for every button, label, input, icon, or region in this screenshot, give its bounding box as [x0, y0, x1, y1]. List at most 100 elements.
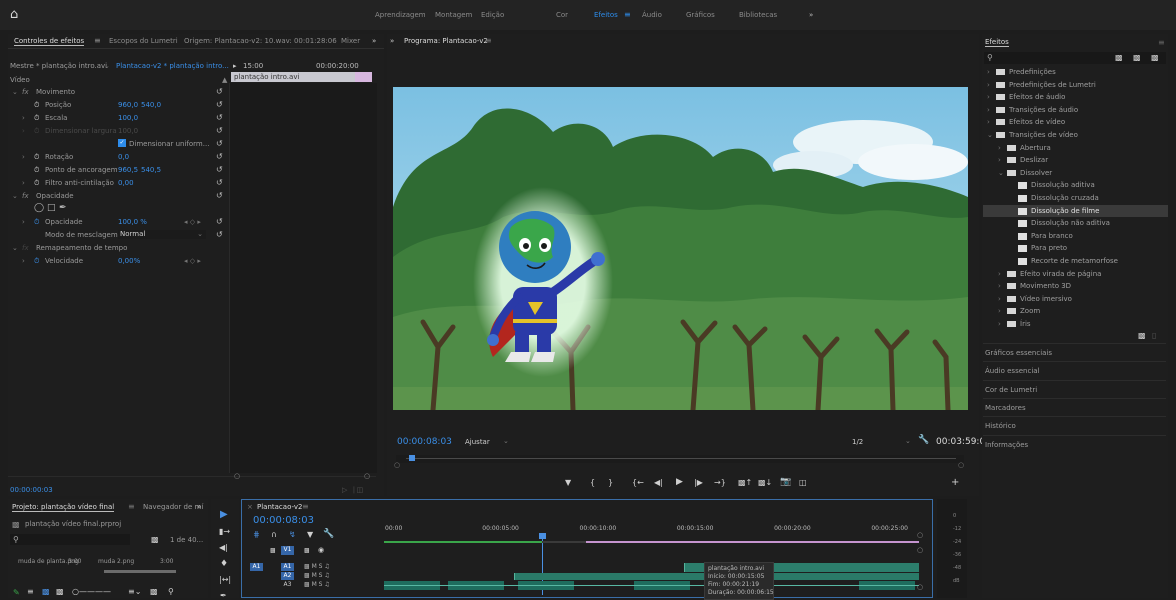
expand-opacity-icon[interactable]: › — [22, 218, 25, 226]
keyframe-nav-icon[interactable]: ◂ ◇ ▸ — [184, 257, 201, 265]
chevron-icon[interactable]: › — [987, 93, 990, 101]
32bit-effects-icon[interactable]: ▩ — [1133, 53, 1141, 62]
icon-view-icon[interactable]: ▩ — [42, 587, 50, 596]
panel-section-header[interactable]: Gráficos essenciais — [983, 343, 1166, 361]
stopwatch-icon[interactable]: ⏱ — [34, 218, 39, 227]
pen-tool-icon[interactable]: ✒ — [220, 591, 227, 600]
mark-in-icon[interactable]: { — [590, 478, 595, 487]
ripple-edit-tool-icon[interactable]: ◀| — [219, 543, 228, 552]
panel-menu-icon[interactable]: ≡ — [485, 36, 492, 45]
stopwatch-icon[interactable]: ⏱ — [34, 166, 39, 175]
track-mute-solo[interactable]: ▩ M S ♫ — [304, 572, 330, 579]
stopwatch-icon[interactable]: ⏱ — [34, 101, 39, 110]
expand-remap-icon[interactable]: ⌄ — [12, 244, 18, 252]
new-bin-icon[interactable]: ▩ — [1138, 331, 1146, 340]
effects-tree-item[interactable]: › Deslizar — [983, 154, 1168, 166]
track-target-a2[interactable]: A2 — [281, 572, 294, 580]
sequence-clip-selector[interactable]: Plantacao-v2 * plantação intro... — [116, 62, 229, 70]
posicao-x-value[interactable]: 960,0 — [118, 101, 138, 109]
effects-tree-item[interactable]: › Transições de áudio — [983, 104, 1168, 116]
tab-source[interactable]: Origem: Plantacao-v2: 10.wav: 00:01:28:0… — [184, 37, 337, 45]
chevron-icon[interactable]: › — [998, 270, 1001, 278]
chevron-icon[interactable]: › — [998, 282, 1001, 290]
chevron-icon[interactable]: › — [987, 68, 990, 76]
chevron-icon[interactable]: › — [998, 295, 1001, 303]
keyframe-nav-icon[interactable]: ◂ ◇ ▸ — [184, 218, 201, 226]
effects-tree-item[interactable]: ⌄ Dissolver — [983, 167, 1168, 179]
reset-icon[interactable]: ↺ — [216, 113, 223, 122]
zoom-slider[interactable]: ○———— — [72, 587, 111, 596]
scroll-handle[interactable]: ○ — [364, 472, 370, 480]
marker-icon[interactable]: ▼ — [565, 478, 571, 487]
list-view-icon[interactable]: ≡ — [27, 587, 34, 596]
lock-icon[interactable]: ✎ — [13, 588, 20, 597]
add-marker-icon[interactable]: ▼ — [307, 530, 313, 539]
panel-section-header[interactable]: Cor de Lumetri — [983, 379, 1166, 398]
reset-icon[interactable]: ↺ — [216, 152, 223, 161]
workspace-edicao[interactable]: Edição — [481, 11, 504, 19]
expand-movimento-icon[interactable]: ⌄ — [12, 88, 18, 96]
panel-section-header[interactable]: Informações — [983, 434, 1166, 453]
selection-tool-icon[interactable]: ▶ — [220, 509, 228, 520]
scroll-handle[interactable]: ○ — [917, 531, 923, 539]
effects-tree-item[interactable]: › Predefinições — [983, 66, 1168, 78]
workspace-audio[interactable]: Áudio — [642, 11, 662, 19]
stopwatch-icon[interactable]: ⏱ — [34, 114, 39, 123]
tab-menu-icon[interactable]: ≡ — [302, 502, 309, 511]
workspace-menu-icon[interactable]: ≡ — [624, 10, 631, 19]
home-icon[interactable]: ⌂ — [10, 8, 24, 22]
workspace-montagem[interactable]: Montagem — [435, 11, 472, 19]
accelerated-effects-icon[interactable]: ▩ — [1115, 53, 1123, 62]
uniform-scale-checkbox[interactable]: ✓ — [118, 139, 126, 147]
tabs-more-button[interactable]: » — [372, 37, 376, 45]
workspace-aprendizagem[interactable]: Aprendizagem — [375, 11, 426, 19]
playhead-icon[interactable] — [539, 533, 546, 539]
yuv-effects-icon[interactable]: ▩ — [1151, 53, 1159, 62]
linked-selection-icon[interactable]: ↯ — [289, 530, 296, 539]
reset-icon[interactable]: ↺ — [216, 100, 223, 109]
expand-largura-icon[interactable]: › — [22, 127, 25, 135]
opacidade-value[interactable]: 100,0 % — [118, 218, 147, 226]
effects-tree-item[interactable]: Para preto — [983, 242, 1168, 254]
effects-tree-item[interactable]: › Movimento 3D — [983, 280, 1168, 292]
tab-project[interactable]: Projeto: plantação vídeo final — [12, 503, 115, 512]
tabs-more-button[interactable]: » — [197, 503, 201, 511]
chevron-icon[interactable]: › — [998, 144, 1001, 152]
resolution-select[interactable]: 1/2 — [852, 438, 863, 446]
timeline-timecode[interactable]: 00:00:08:03 — [253, 515, 314, 526]
scroll-handle[interactable]: ○ — [958, 461, 964, 469]
program-timecode[interactable]: 00:00:08:03 — [397, 437, 452, 447]
reset-icon[interactable]: ↺ — [216, 87, 223, 96]
effects-tree-item[interactable]: › Efeito virada de página — [983, 268, 1168, 280]
step-back-icon[interactable]: ◀| — [654, 478, 663, 487]
track-mute-solo[interactable]: ▩ M S ♫ — [304, 563, 330, 570]
delete-icon[interactable]: ▯ — [1152, 331, 1156, 340]
chevron-down-icon[interactable]: ⌄ — [104, 62, 110, 70]
panel-section-header[interactable]: Histórico — [983, 416, 1166, 434]
stopwatch-icon[interactable]: ⏱ — [34, 179, 39, 188]
effects-tree-item[interactable]: Dissolução não aditiva — [983, 217, 1168, 229]
expand-opacidade-icon[interactable]: ⌄ — [12, 192, 18, 200]
automate-icon[interactable]: ▩ — [150, 587, 158, 596]
effects-tree-item[interactable]: Recorte de metamorfose — [983, 255, 1168, 267]
track-lock-icon[interactable]: ▩ — [270, 547, 276, 554]
freeform-view-icon[interactable]: ▩ — [56, 587, 64, 596]
effect-clip-bar[interactable]: plantação intro.avi — [231, 72, 372, 82]
tab-menu-icon[interactable]: ≡ — [94, 36, 101, 45]
export-frame-icon[interactable]: 📷 — [780, 477, 791, 487]
effects-tree-item[interactable]: Dissolução de filme — [983, 204, 1168, 217]
slip-tool-icon[interactable]: |↔| — [219, 575, 231, 584]
effects-tree-item[interactable]: › Efeitos de áudio — [983, 91, 1168, 103]
export-frame-icon[interactable]: ▷⎹ ◫ — [342, 486, 363, 495]
posicao-y-value[interactable]: 540,0 — [141, 101, 161, 109]
reset-icon[interactable]: ↺ — [216, 139, 223, 148]
workspace-graficos[interactable]: Gráficos — [686, 11, 715, 19]
mark-out-icon[interactable]: } — [608, 478, 613, 487]
scroll-handle[interactable]: ○ — [234, 472, 240, 480]
rotacao-value[interactable]: 0,0 — [118, 153, 129, 161]
ancoragem-x-value[interactable]: 960,5 — [118, 166, 138, 174]
nest-icon[interactable]: ⋕ — [253, 530, 260, 539]
effects-tree-item[interactable]: › Íris — [983, 318, 1168, 330]
new-bin-icon[interactable]: ▩ — [151, 535, 159, 544]
panel-section-header[interactable]: Marcadores — [983, 397, 1166, 416]
